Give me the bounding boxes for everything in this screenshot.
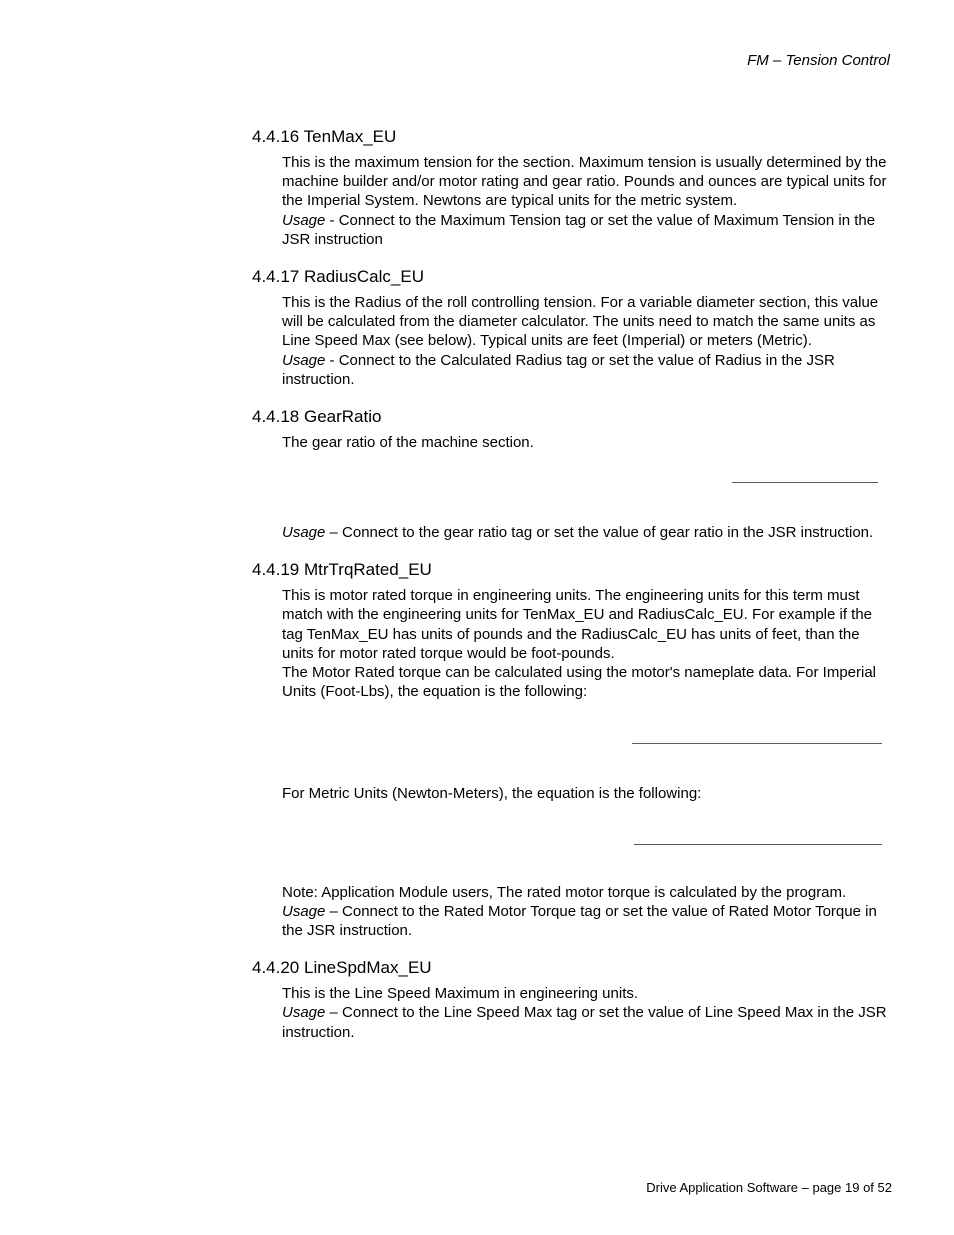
body-text: This is the Radius of the roll controlli… [282, 294, 878, 349]
section-linespdmax: 4.4.20 LineSpdMax_EU This is the Line Sp… [62, 958, 892, 1042]
usage-label: Usage [282, 212, 325, 229]
section-body: The gear ratio of the machine section. U… [282, 433, 892, 542]
section-heading: 4.4.18 GearRatio [252, 407, 892, 427]
body-text: This is the maximum tension for the sect… [282, 154, 887, 209]
usage-text: – Connect to the Line Speed Max tag or s… [282, 1004, 887, 1040]
body-text: This is motor rated torque in engineerin… [282, 587, 872, 662]
body-text: Note: Application Module users, The rate… [282, 884, 846, 901]
section-body: This is the Line Speed Maximum in engine… [282, 984, 892, 1042]
body-text: For Metric Units (Newton-Meters), the eq… [282, 785, 701, 802]
usage-text: – Connect to the Rated Motor Torque tag … [282, 903, 877, 939]
usage-text: – Connect to the gear ratio tag or set t… [325, 524, 873, 541]
usage-label: Usage [282, 352, 325, 369]
usage-label: Usage [282, 524, 325, 541]
divider-line [732, 482, 878, 483]
body-text: The Motor Rated torque can be calculated… [282, 664, 876, 700]
page-footer: Drive Application Software – page 19 of … [646, 1180, 892, 1195]
section-radiuscalc: 4.4.17 RadiusCalc_EU This is the Radius … [62, 267, 892, 389]
page-header-title: FM – Tension Control [62, 52, 892, 69]
section-heading: 4.4.19 MtrTrqRated_EU [252, 560, 892, 580]
divider-line [632, 743, 882, 744]
divider-line [634, 844, 882, 845]
usage-label: Usage [282, 1004, 325, 1021]
section-gearratio: 4.4.18 GearRatio The gear ratio of the m… [62, 407, 892, 542]
section-tenmax: 4.4.16 TenMax_EU This is the maximum ten… [62, 127, 892, 249]
section-body: This is motor rated torque in engineerin… [282, 586, 892, 940]
section-heading: 4.4.16 TenMax_EU [252, 127, 892, 147]
body-text: The gear ratio of the machine section. [282, 434, 534, 451]
section-body: This is the maximum tension for the sect… [282, 153, 892, 249]
section-heading: 4.4.20 LineSpdMax_EU [252, 958, 892, 978]
body-text: This is the Line Speed Maximum in engine… [282, 985, 638, 1002]
section-mtrtrqrated: 4.4.19 MtrTrqRated_EU This is motor rate… [62, 560, 892, 940]
usage-text: - Connect to the Maximum Tension tag or … [282, 212, 875, 248]
section-body: This is the Radius of the roll controlli… [282, 293, 892, 389]
usage-label: Usage [282, 903, 325, 920]
usage-text: - Connect to the Calculated Radius tag o… [282, 352, 835, 388]
section-heading: 4.4.17 RadiusCalc_EU [252, 267, 892, 287]
